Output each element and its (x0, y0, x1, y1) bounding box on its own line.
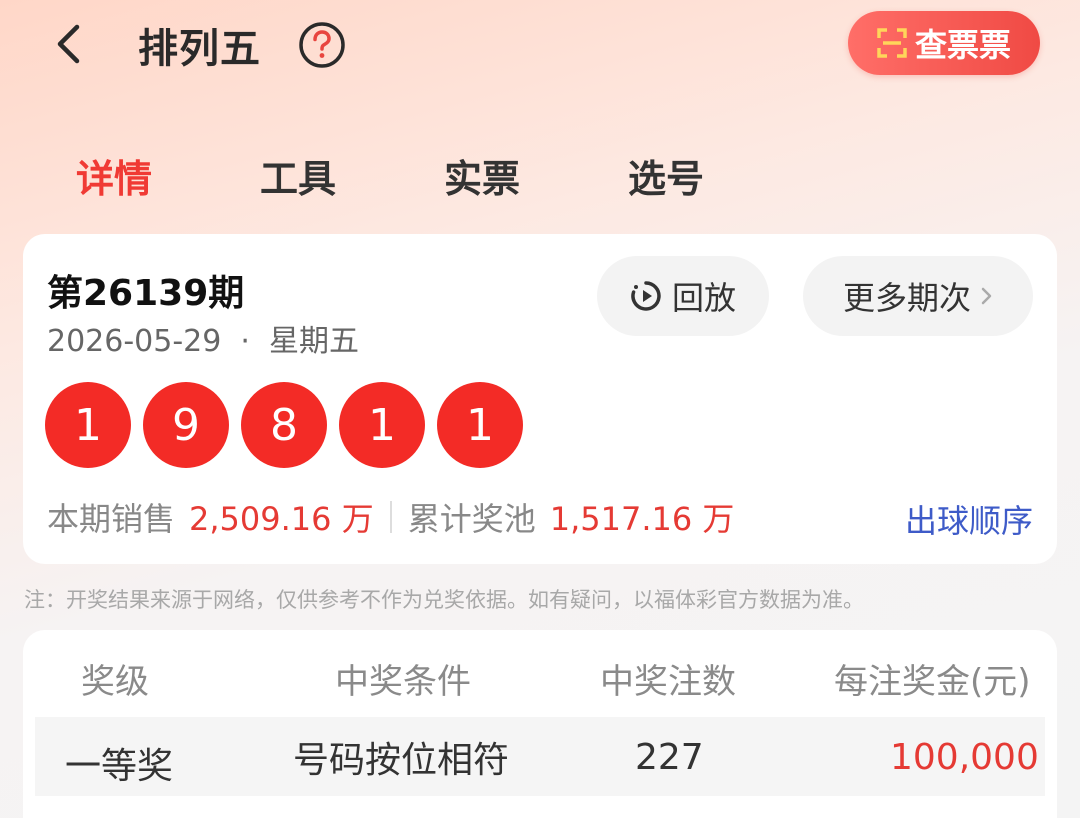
prize-table: 奖级 中奖条件 中奖注数 每注奖金(元) 一等奖 号码按位相符 227 100,… (23, 630, 1057, 818)
number-ball: 1 (437, 382, 523, 468)
replay-label: 回放 (671, 279, 736, 317)
more-issues-button[interactable]: 更多期次 (803, 256, 1033, 336)
ball-order-link[interactable]: 出球顺序 (905, 496, 1033, 542)
number-ball: 8 (241, 382, 327, 468)
draw-date: 2026-05-29 · 星期五 (47, 324, 360, 359)
sales-value: 2,509.16 万 (189, 500, 374, 538)
page-title: 排列五 (138, 26, 261, 72)
winning-numbers: 1 9 8 1 1 (45, 382, 523, 468)
table-row: 一等奖 号码按位相符 227 100,000 (35, 717, 1045, 796)
header-winner-count: 中奖注数 (600, 662, 736, 702)
header-prize-amount: 每注奖金(元) (834, 662, 1031, 702)
scan-icon (877, 28, 907, 58)
jackpot-label: 累计奖池 (407, 500, 536, 538)
header-prize-level: 奖级 (81, 662, 149, 702)
prize-level: 一等奖 (65, 746, 174, 787)
tab-pick-numbers[interactable]: 选号 (628, 148, 704, 203)
question-icon (299, 22, 345, 68)
tab-tools[interactable]: 工具 (260, 148, 336, 203)
disclaimer-note: 注：开奖结果来源于网络，仅供参考不作为兑奖依据。如有疑问，以福体彩官方数据为准。 (24, 588, 864, 612)
draw-card: 第26139期 2026-05-29 · 星期五 回放 更多期次 1 9 8 1… (23, 234, 1057, 564)
draw-stats: 本期销售 2,509.16 万 累计奖池 1,517.16 万 (47, 494, 734, 540)
header-win-condition: 中奖条件 (335, 662, 471, 702)
number-ball: 1 (339, 382, 425, 468)
winner-count: 227 (635, 737, 704, 778)
jackpot-value: 1,517.16 万 (549, 500, 735, 538)
replay-icon (631, 281, 661, 311)
more-issues-label: 更多期次 (842, 279, 971, 317)
win-condition: 号码按位相符 (293, 740, 510, 781)
stats-divider (389, 501, 392, 533)
tab-details[interactable]: 详情 (76, 148, 152, 203)
prize-amount: 100,000 (890, 737, 1039, 778)
check-ticket-button[interactable]: 查票票 (848, 11, 1040, 75)
sales-label: 本期销售 (47, 500, 176, 538)
chevron-left-icon (57, 24, 80, 64)
help-button[interactable] (298, 21, 346, 69)
tab-real-tickets[interactable]: 实票 (444, 148, 520, 203)
back-button[interactable] (44, 18, 92, 70)
chevron-right-icon (981, 287, 992, 305)
replay-button[interactable]: 回放 (597, 256, 769, 336)
check-ticket-label: 查票票 (914, 26, 1011, 64)
number-ball: 1 (45, 382, 131, 468)
number-ball: 9 (143, 382, 229, 468)
issue-number: 第26139期 (47, 273, 245, 314)
